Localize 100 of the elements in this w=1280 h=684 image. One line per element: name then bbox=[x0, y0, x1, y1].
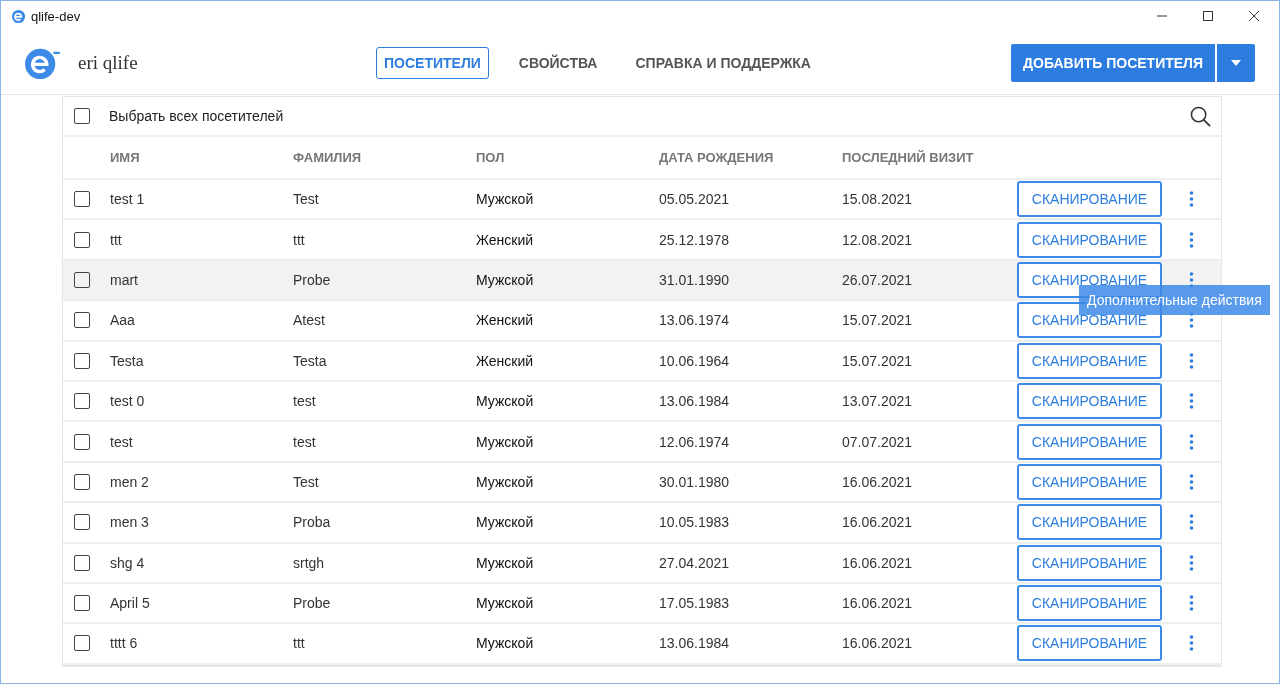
table-cell: Мужской bbox=[476, 595, 534, 612]
table-cell: Мужской bbox=[476, 514, 534, 531]
app-icon bbox=[11, 8, 26, 24]
table-cell: Probe bbox=[293, 271, 331, 288]
table-cell: ttt bbox=[293, 635, 305, 652]
table-cell: Мужской bbox=[476, 191, 534, 208]
table-cell: Женский bbox=[476, 312, 534, 329]
row-checkbox[interactable] bbox=[74, 231, 90, 248]
table-cell: men 3 bbox=[110, 514, 149, 531]
more-icon[interactable] bbox=[1189, 312, 1194, 329]
table-cell: test bbox=[293, 393, 316, 410]
table-cell: Мужской bbox=[476, 554, 534, 571]
add-visitor-button[interactable]: ДОБАВИТЬ ПОСЕТИТЕЛЯ bbox=[1011, 43, 1215, 82]
scan-button[interactable]: СКАНИРОВАНИЕ bbox=[1017, 585, 1162, 622]
scan-button[interactable]: СКАНИРОВАНИЕ bbox=[1017, 342, 1162, 379]
search-icon[interactable] bbox=[1190, 105, 1211, 127]
row-checkbox[interactable] bbox=[74, 514, 90, 531]
table-cell: 05.05.2021 bbox=[659, 191, 730, 208]
column-header: ДАТА РОЖДЕНИЯ bbox=[659, 150, 775, 165]
table-cell: Мужской bbox=[476, 473, 534, 490]
logo-text: eri qlife bbox=[78, 51, 138, 74]
more-icon[interactable] bbox=[1189, 433, 1194, 450]
more-icon[interactable] bbox=[1189, 393, 1194, 410]
column-header: ФАМИЛИЯ bbox=[293, 150, 363, 165]
table-cell: 16.06.2021 bbox=[842, 473, 913, 490]
select-all-checkbox[interactable] bbox=[74, 108, 90, 124]
scan-button[interactable]: СКАНИРОВАНИЕ bbox=[1017, 221, 1162, 258]
more-icon[interactable] bbox=[1189, 514, 1194, 531]
table-cell: 31.01.1990 bbox=[659, 271, 730, 288]
table-cell: 30.01.1980 bbox=[659, 473, 730, 490]
table-cell: 15.07.2021 bbox=[842, 312, 913, 329]
table-cell: 17.05.1983 bbox=[659, 595, 730, 612]
table-cell: ttt bbox=[110, 231, 122, 248]
window-title: qlife-dev bbox=[31, 8, 81, 24]
table-cell: shg 4 bbox=[110, 554, 145, 571]
more-icon[interactable] bbox=[1189, 473, 1194, 490]
row-checkbox[interactable] bbox=[74, 554, 90, 571]
table-cell: 13.06.1974 bbox=[659, 312, 730, 329]
table-cell: 12.06.1974 bbox=[659, 433, 730, 450]
table-cell: Мужской bbox=[476, 635, 534, 652]
scan-button[interactable]: СКАНИРОВАНИЕ bbox=[1017, 463, 1162, 500]
row-checkbox[interactable] bbox=[74, 352, 90, 369]
row-checkbox[interactable] bbox=[74, 473, 90, 490]
table-cell: ttt bbox=[293, 231, 305, 248]
table-cell: Aaa bbox=[110, 312, 135, 329]
table-cell: 10.05.1983 bbox=[659, 514, 730, 531]
table-cell: 16.06.2021 bbox=[842, 595, 913, 612]
row-checkbox[interactable] bbox=[74, 635, 90, 652]
table-cell: test bbox=[293, 433, 316, 450]
row-checkbox[interactable] bbox=[74, 595, 90, 612]
tooltip: Дополнительные действия bbox=[1079, 284, 1270, 315]
table-cell: 25.12.1978 bbox=[659, 231, 730, 248]
table-cell: Test bbox=[293, 191, 319, 208]
more-icon[interactable] bbox=[1189, 635, 1194, 652]
table-cell: 13.06.1984 bbox=[659, 635, 730, 652]
table-cell: Proba bbox=[293, 514, 331, 531]
table-cell: tttt 6 bbox=[110, 635, 138, 652]
more-icon[interactable] bbox=[1189, 554, 1194, 571]
nav-tab[interactable]: СПРАВКА И ПОДДЕРЖКА bbox=[627, 46, 819, 79]
table-cell: Test bbox=[293, 473, 319, 490]
select-all-label: Выбрать всех посетителей bbox=[109, 108, 284, 124]
table-cell: srtgh bbox=[293, 554, 325, 571]
table-cell: 07.07.2021 bbox=[842, 433, 913, 450]
table-cell: 16.06.2021 bbox=[842, 635, 913, 652]
table-cell: mart bbox=[110, 271, 138, 288]
close-icon[interactable] bbox=[1249, 11, 1259, 21]
row-checkbox[interactable] bbox=[74, 393, 90, 410]
column-header: ПОЛ bbox=[476, 150, 506, 165]
row-checkbox[interactable] bbox=[74, 271, 90, 288]
scan-button[interactable]: СКАНИРОВАНИЕ bbox=[1017, 181, 1162, 218]
scan-button[interactable]: СКАНИРОВАНИЕ bbox=[1017, 504, 1162, 541]
table-cell: Мужской bbox=[476, 393, 534, 410]
table-cell: Мужской bbox=[476, 433, 534, 450]
table-cell: 13.06.1984 bbox=[659, 393, 730, 410]
table-cell: 16.06.2021 bbox=[842, 554, 913, 571]
row-checkbox[interactable] bbox=[74, 433, 90, 450]
table-cell: Женский bbox=[476, 231, 534, 248]
caret-icon bbox=[1231, 59, 1241, 66]
table-cell: Testa bbox=[293, 352, 327, 369]
table-cell: 15.08.2021 bbox=[842, 191, 913, 208]
nav-tab[interactable]: ПОСЕТИТЕЛИ bbox=[376, 46, 489, 79]
dropdown-button[interactable] bbox=[1217, 43, 1255, 82]
row-checkbox[interactable] bbox=[74, 191, 90, 208]
nav-tab[interactable]: СВОЙСТВА bbox=[510, 46, 606, 79]
table-cell: 10.06.1964 bbox=[659, 352, 730, 369]
table-cell: test bbox=[110, 433, 133, 450]
column-header: ИМЯ bbox=[110, 150, 141, 165]
maximize-icon[interactable] bbox=[1203, 11, 1213, 21]
scan-button[interactable]: СКАНИРОВАНИЕ bbox=[1017, 544, 1162, 581]
more-icon[interactable] bbox=[1189, 191, 1194, 208]
table-cell: test 1 bbox=[110, 191, 145, 208]
more-icon[interactable] bbox=[1189, 595, 1194, 612]
table-cell: test 0 bbox=[110, 393, 145, 410]
row-checkbox[interactable] bbox=[74, 312, 90, 329]
scan-button[interactable]: СКАНИРОВАНИЕ bbox=[1017, 383, 1162, 420]
scan-button[interactable]: СКАНИРОВАНИЕ bbox=[1017, 625, 1162, 662]
table-cell: 26.07.2021 bbox=[842, 271, 913, 288]
scan-button[interactable]: СКАНИРОВАНИЕ bbox=[1017, 423, 1162, 460]
more-icon[interactable] bbox=[1189, 231, 1194, 248]
more-icon[interactable] bbox=[1189, 352, 1194, 369]
